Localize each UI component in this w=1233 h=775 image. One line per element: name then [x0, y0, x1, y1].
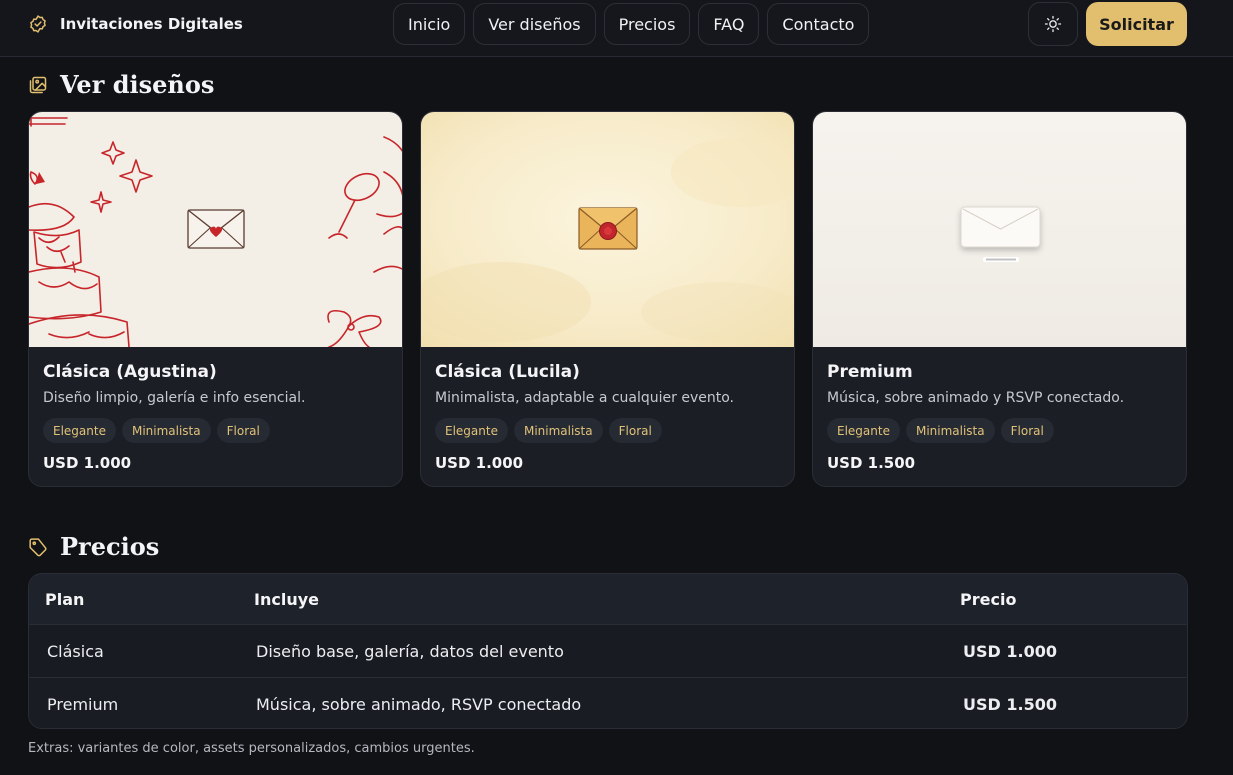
- solicitar-button[interactable]: Solicitar: [1086, 2, 1187, 46]
- sun-icon: [1044, 15, 1062, 33]
- brand[interactable]: Invitaciones Digitales: [28, 13, 243, 35]
- table-row: Premium Música, sobre animado, RSVP cone…: [29, 677, 1187, 728]
- card-price: USD 1.000: [43, 454, 132, 472]
- theme-toggle-button[interactable]: [1028, 2, 1078, 46]
- column-header-incluye: Incluye: [254, 589, 319, 609]
- table-row: Clásica Diseño base, galería, datos del …: [29, 624, 1187, 677]
- tag-elegante: Elegante: [43, 418, 116, 443]
- tag-minimalista: Minimalista: [905, 418, 995, 443]
- card-description: Música, sobre animado y RSVP conectado.: [827, 390, 1125, 406]
- tag-icon: [29, 537, 47, 556]
- design-card-lucila[interactable]: Clásica (Lucila) Minimalista, adaptable …: [420, 111, 795, 487]
- nav-contacto[interactable]: Contacto: [767, 3, 870, 45]
- tag-elegante: Elegante: [435, 418, 508, 443]
- card-description: Minimalista, adaptable a cualquier event…: [435, 390, 735, 406]
- table-header-row: Plan Incluye Precio: [29, 574, 1187, 624]
- pricing-heading: Precios: [60, 532, 160, 561]
- card-tags: Elegante Minimalista Floral: [43, 418, 270, 443]
- design-card-agustina[interactable]: Clásica (Agustina) Diseño limpio, galerí…: [28, 111, 403, 487]
- tag-floral: Floral: [216, 418, 270, 443]
- card-price: USD 1.500: [827, 454, 916, 472]
- tag-floral: Floral: [608, 418, 662, 443]
- top-navigation-bar: Invitaciones Digitales Inicio Ver diseño…: [0, 0, 1233, 57]
- design-preview-agustina: [29, 112, 402, 347]
- badge-check-icon: [30, 15, 46, 33]
- designs-section-title: Ver diseños: [28, 70, 214, 99]
- nav-ver-disenos[interactable]: Ver diseños: [473, 3, 596, 45]
- card-tags: Elegante Minimalista Floral: [827, 418, 1054, 443]
- card-title: Premium: [827, 362, 913, 382]
- nav-faq[interactable]: FAQ: [698, 3, 760, 45]
- nav-inicio[interactable]: Inicio: [393, 3, 466, 45]
- pricing-table: Plan Incluye Precio Clásica Diseño base,…: [28, 573, 1188, 729]
- includes-cell: Diseño base, galería, datos del evento: [256, 641, 564, 661]
- price-cell: USD 1.500: [963, 694, 1057, 714]
- design-card-premium[interactable]: Premium Música, sobre animado y RSVP con…: [812, 111, 1187, 487]
- brand-name: Invitaciones Digitales: [60, 15, 243, 33]
- designs-heading: Ver diseños: [60, 70, 215, 99]
- tag-minimalista: Minimalista: [513, 418, 603, 443]
- design-preview-lucila: [421, 112, 794, 347]
- pricing-extras-note: Extras: variantes de color, assets perso…: [28, 741, 475, 756]
- main-nav: Inicio Ver diseños Precios FAQ Contacto: [393, 3, 870, 45]
- card-title: Clásica (Agustina): [43, 362, 217, 382]
- pricing-section-title: Precios: [28, 532, 159, 561]
- card-tags: Elegante Minimalista Floral: [435, 418, 662, 443]
- price-cell: USD 1.000: [963, 641, 1057, 661]
- card-price: USD 1.000: [435, 454, 524, 472]
- nav-precios[interactable]: Precios: [603, 3, 691, 45]
- card-description: Diseño limpio, galería e info esencial.: [43, 390, 306, 406]
- column-header-precio: Precio: [960, 589, 1017, 609]
- card-title: Clásica (Lucila): [435, 362, 580, 382]
- plan-cell: Clásica: [47, 641, 104, 661]
- design-preview-premium: [813, 112, 1186, 347]
- tag-elegante: Elegante: [827, 418, 900, 443]
- tag-minimalista: Minimalista: [121, 418, 211, 443]
- column-header-plan: Plan: [45, 589, 85, 609]
- tag-floral: Floral: [1000, 418, 1054, 443]
- plan-cell: Premium: [47, 694, 119, 714]
- image-gallery-icon: [29, 76, 47, 93]
- includes-cell: Música, sobre animado, RSVP conectado: [256, 694, 582, 714]
